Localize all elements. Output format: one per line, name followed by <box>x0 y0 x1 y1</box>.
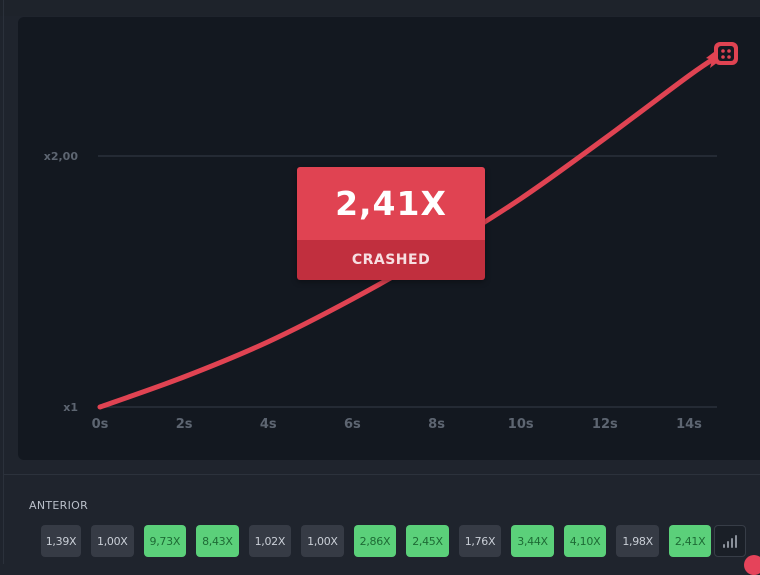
crash-status: CRASHED <box>297 240 485 280</box>
section-divider <box>4 474 760 475</box>
history-chip[interactable]: 1,02X <box>248 525 292 557</box>
history-chip[interactable]: 9,73X <box>143 525 187 557</box>
y-tick-label: x2,00 <box>44 150 79 163</box>
history-chip[interactable]: 1,76X <box>458 525 502 557</box>
history-chip[interactable]: 8,43X <box>196 525 239 557</box>
bar-chart-icon <box>735 535 737 548</box>
crash-multiplier: 2,41X <box>297 167 485 240</box>
x-tick-label: 8s <box>428 417 445 432</box>
y-tick-label: x1 <box>63 401 78 414</box>
x-tick-label: 0s <box>92 417 109 432</box>
x-tick-label: 12s <box>592 417 618 432</box>
x-tick-label: 4s <box>260 417 277 432</box>
bar-chart-icon <box>731 538 733 548</box>
bar-chart-icon <box>723 544 725 548</box>
history-chip[interactable]: 1,00X <box>91 525 134 557</box>
x-tick-label: 10s <box>508 417 534 432</box>
crash-result-card: 2,41X CRASHED <box>297 167 485 280</box>
history-chip[interactable]: 2,86X <box>353 525 397 557</box>
stats-button[interactable] <box>714 525 746 557</box>
dice-rocket-icon <box>706 42 738 68</box>
history-chip[interactable]: 1,98X <box>616 525 659 557</box>
history-chip[interactable]: 1,00X <box>301 525 344 557</box>
x-tick-label: 14s <box>676 417 702 432</box>
bar-chart-icon <box>727 541 729 548</box>
x-tick-label: 2s <box>176 417 193 432</box>
x-tick-label: 6s <box>344 417 361 432</box>
history-chip[interactable]: 4,10X <box>563 525 607 557</box>
history-label: ANTERIOR <box>29 499 89 512</box>
history-chip[interactable]: 3,44X <box>511 525 554 557</box>
history-list: 1,39X 1,00X 9,73X 8,43X 1,02X 1,00X 2,86X 2,45X… <box>41 525 712 557</box>
history-chip[interactable]: 1,39X <box>41 525 81 557</box>
history-chip[interactable]: 2,41X <box>668 525 712 557</box>
notification-dot[interactable] <box>744 555 760 575</box>
history-chip[interactable]: 2,45X <box>406 525 449 557</box>
